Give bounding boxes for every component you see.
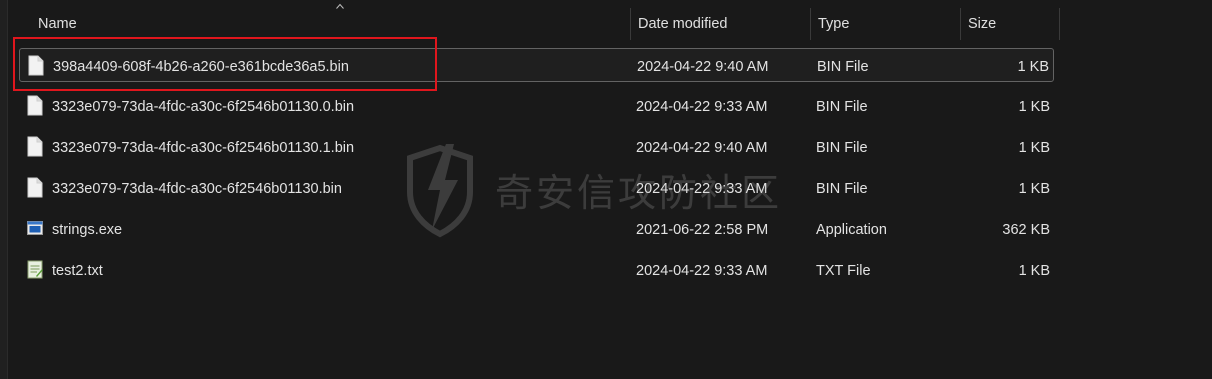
column-header-size[interactable]: Size bbox=[960, 0, 1060, 40]
document-icon bbox=[27, 177, 43, 198]
text-file-icon bbox=[27, 260, 43, 279]
file-type: Application bbox=[816, 222, 887, 238]
column-header-name[interactable]: Name bbox=[30, 0, 630, 40]
file-name: test2.txt bbox=[52, 263, 103, 279]
column-header-date-modified[interactable]: Date modified bbox=[630, 0, 810, 40]
file-date-modified: 2024-04-22 9:33 AM bbox=[636, 181, 768, 197]
file-row[interactable]: 3323e079-73da-4fdc-a30c-6f2546b01130.1.b… bbox=[19, 130, 1054, 164]
file-name: 3323e079-73da-4fdc-a30c-6f2546b01130.1.b… bbox=[52, 140, 355, 156]
file-name: strings.exe bbox=[52, 222, 123, 238]
file-type: BIN File bbox=[817, 59, 869, 75]
file-size: 1 KB bbox=[1018, 140, 1050, 156]
file-size: 1 KB bbox=[1018, 181, 1050, 197]
column-divider[interactable] bbox=[1059, 8, 1060, 40]
file-explorer-window: Name Date modified Type Size 398a4409-60… bbox=[0, 0, 1212, 379]
application-icon bbox=[27, 221, 43, 235]
file-row[interactable]: test2.txt 2024-04-22 9:33 AM TXT File 1 … bbox=[19, 253, 1054, 287]
file-type: BIN File bbox=[816, 181, 868, 197]
document-icon bbox=[27, 95, 43, 116]
column-header-type[interactable]: Type bbox=[810, 0, 960, 40]
document-icon bbox=[27, 136, 43, 157]
file-date-modified: 2024-04-22 9:33 AM bbox=[636, 263, 768, 279]
file-size: 1 KB bbox=[1018, 263, 1050, 279]
file-name: 3323e079-73da-4fdc-a30c-6f2546b01130.0.b… bbox=[52, 99, 355, 115]
file-size: 1 KB bbox=[1018, 99, 1050, 115]
file-row[interactable]: strings.exe 2021-06-22 2:58 PM Applicati… bbox=[19, 212, 1054, 246]
file-date-modified: 2024-04-22 9:33 AM bbox=[636, 99, 768, 115]
file-type: BIN File bbox=[816, 140, 868, 156]
file-size: 1 KB bbox=[1017, 59, 1049, 75]
file-row[interactable]: 3323e079-73da-4fdc-a30c-6f2546b01130.bin… bbox=[19, 171, 1054, 205]
file-type: TXT File bbox=[816, 263, 871, 279]
navigation-pane-edge[interactable] bbox=[0, 0, 8, 379]
file-name: 3323e079-73da-4fdc-a30c-6f2546b01130.bin bbox=[52, 181, 342, 197]
column-header-row: Name Date modified Type Size bbox=[10, 0, 1060, 40]
red-annotation-box bbox=[13, 37, 437, 91]
file-date-modified: 2024-04-22 9:40 AM bbox=[637, 59, 769, 75]
file-date-modified: 2021-06-22 2:58 PM bbox=[636, 222, 769, 238]
file-row[interactable]: 3323e079-73da-4fdc-a30c-6f2546b01130.0.b… bbox=[19, 89, 1054, 123]
file-date-modified: 2024-04-22 9:40 AM bbox=[636, 140, 768, 156]
file-size: 362 KB bbox=[1002, 222, 1050, 238]
file-type: BIN File bbox=[816, 99, 868, 115]
